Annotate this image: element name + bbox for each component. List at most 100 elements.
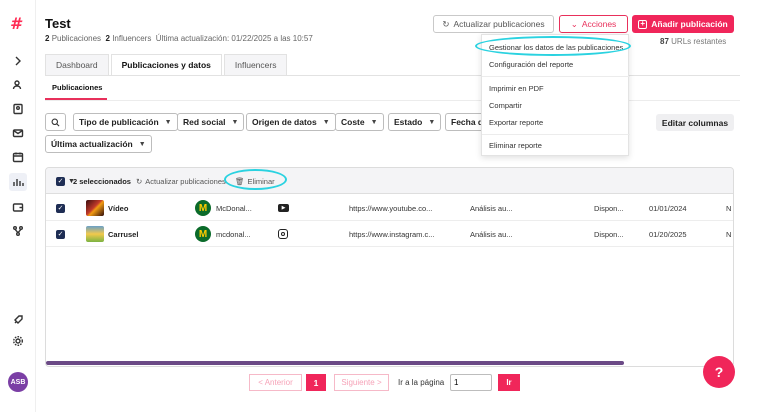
publications-count: 2 <box>45 34 50 43</box>
actions-label: Acciones <box>581 19 617 29</box>
refresh-publications-button[interactable]: ↻ Actualizar publicaciones <box>433 15 554 33</box>
publications-label: Publicaciones <box>51 34 102 43</box>
reports-chart-icon[interactable] <box>9 173 27 191</box>
contacts-icon[interactable] <box>9 100 27 118</box>
chevron-down-icon: ▼ <box>322 118 330 126</box>
selected-count: 2 seleccionados <box>73 176 131 186</box>
help-chat-icon: ? <box>714 364 724 380</box>
bulk-refresh-label: Actualizar publicaciones <box>145 176 226 186</box>
post-name[interactable]: Vídeo <box>108 195 128 221</box>
analysis-type: Análisis au... <box>470 203 513 213</box>
urls-remaining: 87 URLs restantes <box>660 37 726 46</box>
instagram-icon <box>278 221 288 247</box>
filter-label: Red social <box>183 117 226 127</box>
network-icon[interactable] <box>9 222 27 240</box>
post-thumbnail <box>86 195 104 221</box>
filter-data-source[interactable]: Origen de datos ▼ <box>246 113 336 131</box>
refresh-icon: ↻ <box>136 176 143 186</box>
filter-last-update[interactable]: Última actualización ▼ <box>45 135 152 153</box>
mcdonalds-logo-icon: M <box>195 226 211 242</box>
filter-social-network[interactable]: Red social ▼ <box>177 113 245 131</box>
chevron-down-icon: ⌄ <box>570 18 578 29</box>
page-title: Test <box>45 16 71 31</box>
chevron-down-icon: ▼ <box>231 118 239 126</box>
truncated-column: N <box>726 229 732 239</box>
row-checkbox[interactable]: ✓ <box>56 221 65 247</box>
post-url[interactable]: https://www.instagram.c... <box>349 221 434 247</box>
table-row[interactable]: ✓ Carrusel Mmcdonal... https://www.insta… <box>46 221 733 247</box>
publish-date: 01/01/2024 <box>649 203 687 213</box>
highlight-annotation <box>475 36 631 56</box>
filter-date[interactable]: Fecha de <box>445 113 485 131</box>
table-row[interactable]: ✓ Vídeo M McDonal... ▶ https://www.youtub… <box>46 195 733 221</box>
checkbox-checked-icon: ✓ <box>56 176 65 186</box>
publish-date: 01/20/2025 <box>649 229 687 239</box>
chevron-down-icon: ▼ <box>138 140 146 148</box>
post-thumbnail <box>86 221 104 247</box>
filter-status[interactable]: Estado ▼ <box>388 113 442 131</box>
truncated-column: N <box>726 203 732 213</box>
menu-item-report-settings[interactable]: Configuración del reporte <box>489 60 573 69</box>
post-name[interactable]: Carrusel <box>108 221 138 247</box>
subtab-publications[interactable]: Publicaciones <box>52 83 102 92</box>
influencers-label: Influencers <box>112 34 152 43</box>
menu-item-delete-report[interactable]: Eliminar reporte <box>489 141 542 150</box>
last-updated-text: Última actualización: 01/22/2025 a las 1… <box>155 34 313 43</box>
analysis-type: Análisis au... <box>470 229 513 239</box>
search-button[interactable] <box>45 113 66 131</box>
current-page-button[interactable]: 1 <box>306 374 326 391</box>
report-summary: 2 Publicaciones 2 Influencers Última act… <box>45 34 313 43</box>
horizontal-scrollbar[interactable] <box>46 361 624 365</box>
calendar-icon[interactable] <box>9 148 27 166</box>
settings-gear-icon[interactable] <box>9 332 27 350</box>
publications-table: ✓ ▼ 2 seleccionados ↻ Actualizar publica… <box>45 167 734 367</box>
availability-status: Dispon... <box>594 229 624 239</box>
edit-columns-button[interactable]: Editar columnas <box>656 114 734 131</box>
goto-page-input[interactable] <box>450 374 492 391</box>
table-toolbar: ✓ ▼ 2 seleccionados ↻ Actualizar publica… <box>46 168 733 194</box>
mcdonalds-logo-icon: M <box>195 200 211 216</box>
add-publication-button[interactable]: + Añadir publicación <box>632 15 734 33</box>
menu-item-share[interactable]: Compartir <box>489 101 522 110</box>
user-avatar[interactable]: ASB <box>8 372 28 392</box>
mail-icon[interactable] <box>9 124 27 142</box>
bulk-refresh-button[interactable]: ↻ Actualizar publicaciones <box>136 168 226 194</box>
filter-label: Coste <box>341 117 365 127</box>
wallet-icon[interactable] <box>9 198 27 216</box>
left-sidebar: # ASB <box>0 0 36 412</box>
checkbox-checked-icon: ✓ <box>56 229 65 239</box>
plus-square-icon: + <box>638 19 648 29</box>
youtube-icon: ▶ <box>278 195 289 221</box>
chevron-down-icon: ▼ <box>428 118 436 126</box>
rocket-icon[interactable] <box>9 311 27 329</box>
tab-influencers[interactable]: Influencers <box>223 54 288 75</box>
menu-item-export-report[interactable]: Exportar reporte <box>489 118 543 127</box>
goto-page-button[interactable]: Ir <box>498 374 520 391</box>
post-url[interactable]: https://www.youtube.co... <box>349 195 432 221</box>
subtabs-divider <box>45 100 740 101</box>
main-tabs: Dashboard Publicaciones y datos Influenc… <box>45 54 289 75</box>
influencers-count: 2 <box>105 34 110 43</box>
menu-divider <box>482 76 630 77</box>
filter-cost[interactable]: Coste ▼ <box>335 113 384 131</box>
tab-publications-data[interactable]: Publicaciones y datos <box>110 54 222 75</box>
tab-dashboard[interactable]: Dashboard <box>45 54 109 75</box>
actions-button[interactable]: ⌄ Acciones <box>559 15 628 33</box>
filter-label: Última actualización <box>51 139 133 149</box>
expand-sidebar-icon[interactable] <box>9 52 27 70</box>
help-chat-button[interactable]: ? <box>703 356 735 388</box>
users-icon[interactable] <box>9 76 27 94</box>
previous-page-button[interactable]: < Anterior <box>249 374 302 391</box>
goto-page-label: Ir a la página <box>398 378 445 387</box>
menu-divider <box>482 134 630 135</box>
row-checkbox[interactable]: ✓ <box>56 195 65 221</box>
filter-publication-type[interactable]: Tipo de publicación ▼ <box>73 113 178 131</box>
refresh-publications-label: Actualizar publicaciones <box>453 19 545 29</box>
menu-item-print-pdf[interactable]: Imprimir en PDF <box>489 84 544 93</box>
chevron-down-icon: ▼ <box>370 118 378 126</box>
next-page-button[interactable]: Siguiente > <box>334 374 389 391</box>
availability-status: Dispon... <box>594 203 624 213</box>
brand-logo-icon[interactable]: # <box>10 14 21 33</box>
account-cell: M McDonal... <box>195 195 252 221</box>
highlight-annotation <box>224 169 287 190</box>
